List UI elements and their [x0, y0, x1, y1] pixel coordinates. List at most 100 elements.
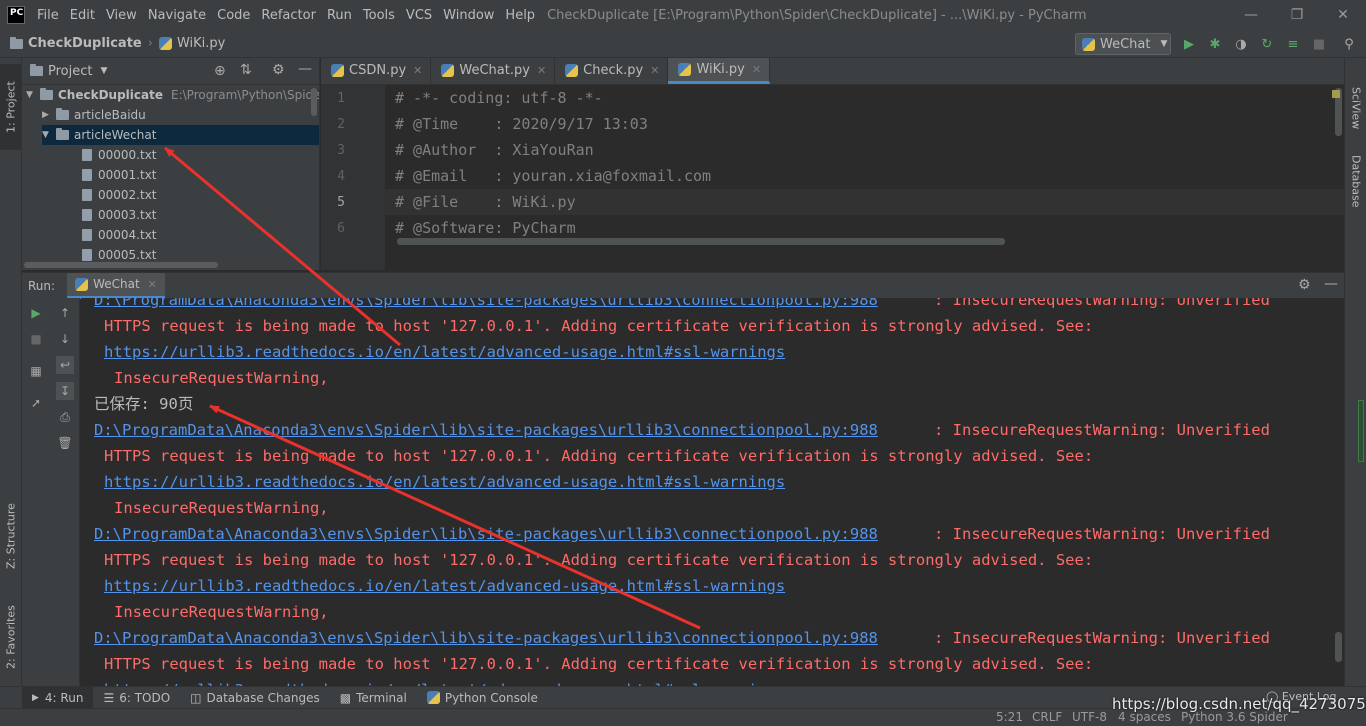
code-line[interactable]: # -*- coding: utf-8 -*- — [395, 89, 603, 107]
run-configuration-select[interactable]: WeChat ▼ — [1075, 33, 1171, 55]
console-link[interactable]: D:\ProgramData\Anaconda3\envs\Spider\lib… — [94, 417, 878, 443]
run-tab-wechat[interactable]: WeChat ✕ — [67, 272, 165, 299]
menu-code[interactable]: Code — [212, 8, 256, 23]
code-line[interactable]: # @Time : 2020/9/17 13:03 — [395, 115, 648, 133]
stop-icon[interactable]: ■ — [1311, 36, 1327, 52]
tree-file[interactable]: 00002.txt — [82, 185, 157, 205]
coverage-icon[interactable]: ◑ — [1233, 36, 1249, 52]
bottom-tab-terminal[interactable]: ▩ Terminal — [330, 687, 417, 709]
down-arrow-icon[interactable]: ↓ — [56, 330, 74, 348]
console-link[interactable]: https://urllib3.readthedocs.io/en/latest… — [104, 339, 785, 365]
run-toolbar-secondary: ↑ ↓ ↩ ↧ ⎙ 🗑 — [50, 298, 80, 686]
close-icon[interactable]: ✕ — [537, 64, 546, 77]
menu-help[interactable]: Help — [500, 8, 541, 23]
inspection-status-icon[interactable] — [1332, 90, 1340, 98]
console-link[interactable]: D:\ProgramData\Anaconda3\envs\Spider\lib… — [94, 625, 878, 651]
trash-icon[interactable]: 🗑 — [56, 434, 74, 452]
debug-icon[interactable]: ✱ — [1207, 36, 1223, 52]
favorites-tool-tab[interactable]: 2: Favorites — [0, 594, 22, 680]
soft-wrap-icon[interactable]: ↩ — [56, 356, 74, 374]
breadcrumb-project[interactable]: CheckDuplicate — [10, 36, 142, 51]
menu-tools[interactable]: Tools — [358, 8, 401, 23]
console-error-text: HTTPS request is being made to host '127… — [104, 317, 1094, 335]
menu-refactor[interactable]: Refactor — [256, 8, 322, 23]
menu-edit[interactable]: Edit — [65, 8, 101, 23]
menu-navigate[interactable]: Navigate — [143, 8, 212, 23]
rerun-icon[interactable]: ▶ — [27, 304, 45, 322]
layout-icon[interactable]: ▦ — [27, 362, 45, 380]
vertical-scrollbar[interactable] — [311, 88, 317, 116]
file-encoding[interactable]: UTF-8 — [1072, 710, 1107, 724]
bottom-tab-todo[interactable]: ☰ 6: TODO — [93, 687, 180, 709]
tab-check[interactable]: Check.py ✕ — [555, 58, 669, 84]
line-separator[interactable]: CRLF — [1032, 710, 1062, 724]
hide-panel-icon[interactable]: — — [1324, 276, 1338, 292]
chevron-down-icon[interactable]: ▼ — [100, 66, 107, 76]
console-error-text: : InsecureRequestWarning: Unverified — [934, 298, 1270, 309]
menu-window[interactable]: Window — [438, 8, 500, 23]
bottom-tab-python-console[interactable]: Python Console — [417, 687, 548, 709]
menu-view[interactable]: View — [101, 8, 143, 23]
stop-icon[interactable]: ■ — [27, 330, 45, 348]
console-link[interactable]: D:\ProgramData\Anaconda3\envs\Spider\lib… — [94, 298, 878, 313]
console-link[interactable]: D:\ProgramData\Anaconda3\envs\Spider\lib… — [94, 521, 878, 547]
menu-file[interactable]: File — [32, 8, 65, 23]
profile-icon[interactable]: ↻ — [1259, 36, 1275, 52]
line-number: 1 — [337, 91, 345, 106]
structure-tool-tab[interactable]: Z: Structure — [0, 494, 22, 578]
close-icon[interactable]: ✕ — [752, 63, 761, 76]
tree-file[interactable]: 00000.txt — [82, 145, 157, 165]
caret-position[interactable]: 5:21 — [996, 710, 1023, 724]
sciview-tool-tab[interactable]: SciView — [1345, 78, 1366, 138]
menu-run[interactable]: Run — [322, 8, 358, 23]
up-arrow-icon[interactable]: ↑ — [56, 304, 74, 322]
code-line[interactable]: # @Email : youran.xia@foxmail.com — [395, 167, 711, 185]
tree-file[interactable]: 00003.txt — [82, 205, 157, 225]
run-console-output[interactable]: D:\ProgramData\Anaconda3\envs\Spider\lib… — [81, 298, 1344, 686]
horizontal-scrollbar[interactable] — [24, 262, 218, 268]
project-tool-tab[interactable]: 1: Project — [0, 64, 22, 150]
bottom-tab-database-changes[interactable]: ◫ Database Changes — [180, 687, 330, 709]
tree-file[interactable]: 00001.txt — [82, 165, 157, 185]
console-link[interactable]: https://urllib3.readthedocs.io/en/latest… — [104, 573, 785, 599]
menu-vcs[interactable]: VCS — [401, 8, 438, 23]
collapse-all-icon[interactable]: ⇅ — [240, 62, 252, 78]
project-view-label[interactable]: Project — [48, 64, 92, 79]
code-line[interactable]: # @File : WiKi.py — [395, 193, 576, 211]
editor-horizontal-scrollbar[interactable] — [397, 238, 1005, 245]
text-file-icon — [82, 149, 92, 161]
print-icon[interactable]: ⎙ — [56, 408, 74, 426]
code-line[interactable]: # @Software: PyCharm — [395, 219, 576, 237]
tab-wiki[interactable]: WiKi.py ✕ — [668, 58, 771, 84]
console-vertical-scrollbar[interactable] — [1335, 632, 1342, 662]
restore-icon[interactable]: ❐ — [1274, 0, 1320, 30]
gear-icon[interactable]: ⚙ — [272, 62, 285, 78]
close-icon[interactable]: ✕ — [650, 64, 659, 77]
breadcrumb-file[interactable]: WiKi.py — [158, 36, 225, 51]
tab-csdn[interactable]: CSDN.py ✕ — [321, 58, 432, 84]
tree-folder-articlewechat[interactable]: ▼ articleWechat — [42, 125, 319, 145]
close-icon[interactable]: ✕ — [1320, 0, 1366, 30]
locate-file-icon[interactable]: ⊕ — [214, 63, 226, 79]
pin-icon[interactable]: ➚ — [27, 394, 45, 412]
close-icon[interactable]: ✕ — [413, 64, 422, 77]
tab-wechat[interactable]: WeChat.py ✕ — [431, 58, 556, 84]
tree-file[interactable]: 00004.txt — [82, 225, 157, 245]
search-everywhere-icon[interactable]: ⚲ — [1341, 36, 1357, 52]
hide-panel-icon[interactable]: — — [298, 61, 312, 77]
console-link[interactable]: https://urllib3.readthedocs.io/en/latest… — [104, 469, 785, 495]
concurrency-icon[interactable]: ≡ — [1285, 36, 1301, 52]
code-line[interactable]: # @Author : XiaYouRan — [395, 141, 594, 159]
minimize-icon[interactable]: — — [1228, 0, 1274, 30]
console-link[interactable]: https://urllib3.readthedocs.io/en/latest… — [104, 677, 785, 686]
python-file-icon — [1082, 37, 1095, 51]
database-tool-tab[interactable]: Database — [1345, 146, 1366, 216]
bottom-tab-run[interactable]: ▶ 4: Run — [22, 686, 94, 709]
gear-icon[interactable]: ⚙ — [1298, 277, 1311, 293]
bottom-tab-label: Python Console — [444, 690, 538, 705]
scroll-to-end-icon[interactable]: ↧ — [56, 382, 74, 400]
tree-folder-articlebaidu[interactable]: ▶ articleBaidu — [42, 105, 146, 125]
tree-root[interactable]: ▼ CheckDuplicate E:\Program\Python\Spide… — [26, 85, 319, 105]
close-icon[interactable]: ✕ — [148, 278, 157, 291]
run-icon[interactable]: ▶ — [1181, 36, 1197, 52]
